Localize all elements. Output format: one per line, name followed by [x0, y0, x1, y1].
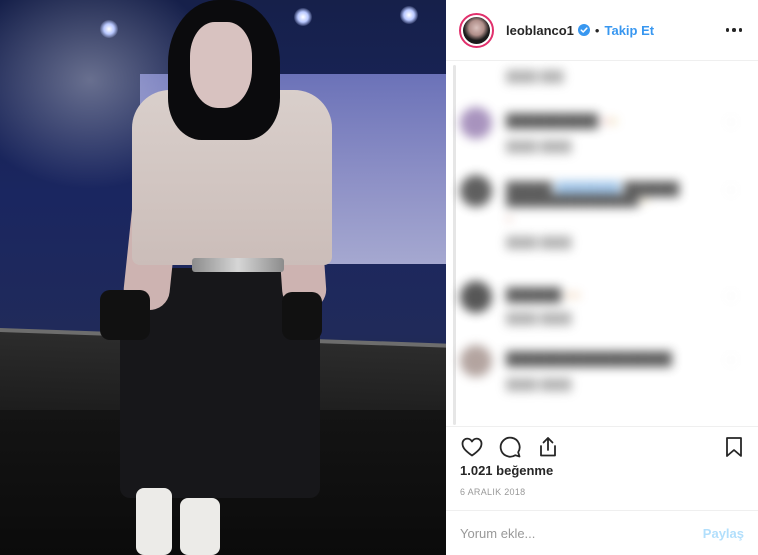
stage-spotlight: [294, 8, 312, 26]
author-avatar[interactable]: [459, 12, 494, 48]
verified-badge-icon: [577, 24, 590, 36]
person-sock: [180, 498, 220, 555]
follow-button[interactable]: Takip Et: [604, 23, 654, 38]
stage-spotlight: [100, 20, 118, 38]
more-options-icon[interactable]: [724, 20, 744, 40]
person-glove: [100, 290, 150, 340]
post-comment-button[interactable]: Paylaş: [703, 526, 744, 541]
person-belt: [192, 258, 284, 272]
post-date[interactable]: 6 ARALIK 2018: [460, 487, 525, 497]
author-username[interactable]: leoblanco1: [506, 23, 574, 38]
share-icon[interactable]: [536, 435, 560, 459]
person-face: [190, 22, 252, 108]
comment-input[interactable]: [460, 525, 703, 541]
bookmark-icon[interactable]: [722, 435, 746, 459]
avatar-image: [463, 16, 490, 44]
person-glove: [282, 292, 322, 340]
heart-icon[interactable]: [460, 435, 484, 459]
comments-list[interactable]: ████ ███ ██████████ ●● ████ ████ ♡ █████…: [446, 60, 758, 426]
stage-spotlight: [400, 6, 418, 24]
person-sock: [136, 488, 172, 555]
comment-icon[interactable]: [498, 435, 522, 459]
post-photo[interactable]: [0, 0, 446, 555]
add-comment-bar: Paylaş: [446, 510, 758, 555]
post-header: leoblanco1 • Takip Et: [446, 0, 758, 60]
header-separator: •: [594, 22, 600, 38]
comments-scrollbar[interactable]: [453, 65, 456, 425]
post-sidebar: leoblanco1 • Takip Et ████ ███ █████████…: [446, 0, 758, 555]
likes-count[interactable]: 1.021 beğenme: [460, 463, 553, 478]
post-actions: [446, 426, 758, 460]
